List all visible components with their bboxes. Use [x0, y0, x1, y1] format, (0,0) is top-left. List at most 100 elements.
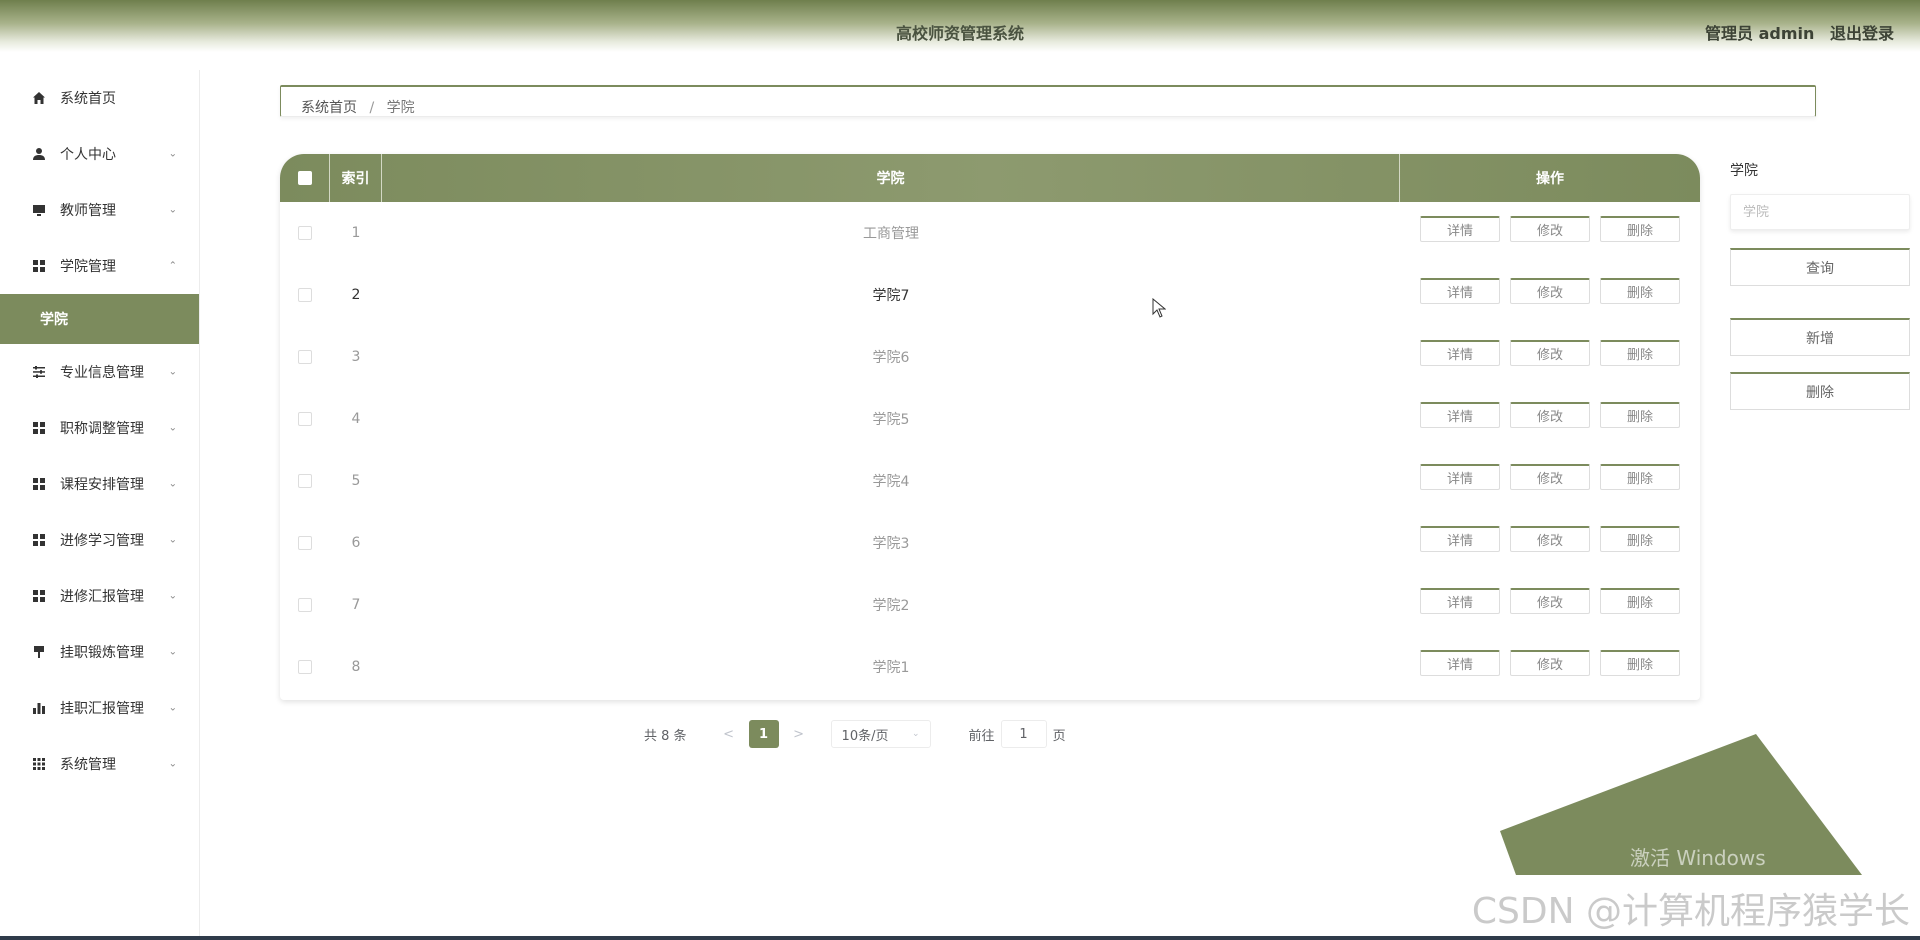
row-checkbox[interactable]	[298, 226, 312, 240]
row-checkbox[interactable]	[298, 660, 312, 674]
sidebar-item-teachers[interactable]: 教师管理 ⌄	[0, 182, 199, 238]
chevron-down-icon: ⌄	[168, 422, 177, 434]
delete-button[interactable]: 删除	[1600, 216, 1680, 242]
delete-button[interactable]: 删除	[1600, 588, 1680, 614]
row-ops: 详情 修改 删除	[1400, 570, 1700, 632]
sidebar-item-label: 学院管理	[60, 259, 116, 275]
detail-button[interactable]: 详情	[1420, 340, 1500, 366]
sidebar-item-training[interactable]: 挂职锻炼管理 ⌄	[0, 624, 199, 680]
sidebar-item-study-report[interactable]: 进修汇报管理 ⌄	[0, 568, 199, 624]
sidebar-item-courses[interactable]: 课程安排管理 ⌄	[0, 456, 199, 512]
delete-button[interactable]: 删除	[1600, 340, 1680, 366]
sidebar-item-majors[interactable]: 专业信息管理 ⌄	[0, 344, 199, 400]
select-all-checkbox[interactable]	[297, 171, 312, 185]
row-checkbox[interactable]	[298, 536, 312, 550]
sidebar-subitem-college[interactable]: 学院	[0, 294, 199, 344]
page-number-current[interactable]: 1	[748, 720, 779, 748]
chevron-down-icon: ⌄	[168, 148, 177, 160]
table-row: 5 学院4 详情 修改 删除	[280, 450, 1700, 512]
edit-button[interactable]: 修改	[1510, 650, 1590, 676]
chevron-down-icon: ⌄	[168, 204, 177, 216]
row-checkbox-cell	[280, 450, 330, 512]
total-count: 共 8 条	[644, 728, 687, 744]
chevron-down-icon: ⌄	[168, 758, 177, 770]
windows-watermark-title: 激活 Windows	[1630, 846, 1766, 870]
detail-button[interactable]: 详情	[1420, 588, 1500, 614]
row-index: 1	[351, 225, 361, 241]
sidebar-item-label: 挂职汇报管理	[60, 701, 144, 717]
edit-button[interactable]: 修改	[1510, 340, 1590, 366]
row-college-name: 学院5	[872, 412, 910, 428]
edit-button[interactable]: 修改	[1510, 464, 1590, 490]
edit-button[interactable]: 修改	[1510, 526, 1590, 552]
sidebar-item-colleges[interactable]: 学院管理 ⌃	[0, 238, 199, 294]
logout-link[interactable]: 退出登录	[1830, 24, 1894, 43]
chevron-down-icon: ⌄	[168, 702, 177, 714]
table-row: 7 学院2 详情 修改 删除	[280, 574, 1700, 636]
row-index: 3	[351, 349, 361, 365]
detail-button[interactable]: 详情	[1420, 526, 1500, 552]
sidebar-item-label: 系统首页	[60, 91, 116, 107]
delete-button[interactable]: 删除	[1600, 650, 1680, 676]
apps-icon	[28, 757, 50, 771]
sidebar-item-training-report[interactable]: 挂职汇报管理 ⌄	[0, 680, 199, 736]
detail-button[interactable]: 详情	[1420, 278, 1500, 304]
edit-button[interactable]: 修改	[1510, 402, 1590, 428]
detail-button[interactable]: 详情	[1420, 464, 1500, 490]
row-checkbox-cell	[280, 574, 330, 636]
edit-button[interactable]: 修改	[1510, 588, 1590, 614]
row-checkbox[interactable]	[298, 474, 312, 488]
edit-button[interactable]: 修改	[1510, 278, 1590, 304]
edit-button[interactable]: 修改	[1510, 216, 1590, 242]
grid-icon	[28, 477, 50, 491]
row-checkbox[interactable]	[298, 412, 312, 426]
row-college-name: 学院2	[872, 598, 910, 614]
query-button[interactable]: 查询	[1730, 248, 1910, 286]
sidebar-item-system[interactable]: 系统管理 ⌄	[0, 736, 199, 792]
grid-icon	[28, 259, 50, 273]
table-row: 6 学院3 详情 修改 删除	[280, 512, 1700, 574]
user-area: 管理员 admin 退出登录	[1695, 20, 1894, 44]
sidebar-item-titles[interactable]: 职称调整管理 ⌄	[0, 400, 199, 456]
sidebar-subitem-label: 学院	[40, 312, 68, 328]
page-size-value: 10条/页	[841, 728, 889, 744]
chevron-down-icon: ⌄	[168, 534, 177, 546]
add-button[interactable]: 新增	[1730, 318, 1910, 356]
row-ops: 详情 修改 删除	[1400, 198, 1700, 260]
detail-button[interactable]: 详情	[1420, 650, 1500, 676]
row-checkbox[interactable]	[298, 350, 312, 364]
grid-icon	[28, 421, 50, 435]
delete-button[interactable]: 删除	[1600, 402, 1680, 428]
delete-button[interactable]: 删除	[1600, 278, 1680, 304]
sidebar-item-study[interactable]: 进修学习管理 ⌄	[0, 512, 199, 568]
college-search-input[interactable]	[1730, 194, 1910, 230]
bulk-delete-button[interactable]: 删除	[1730, 372, 1910, 410]
sidebar-item-home[interactable]: 系统首页	[0, 70, 199, 126]
row-checkbox-cell	[280, 636, 330, 698]
row-checkbox[interactable]	[298, 598, 312, 612]
breadcrumb-home[interactable]: 系统首页	[301, 100, 357, 116]
person-icon	[28, 147, 50, 161]
sidebar-item-label: 个人中心	[60, 147, 116, 163]
prev-page-icon[interactable]: <	[709, 727, 749, 742]
college-table: 索引 学院 操作 1 工商管理 详情 修改 删除 2 学院7 详情 修改 删除 …	[280, 154, 1700, 700]
goto-page-input[interactable]	[1000, 720, 1047, 748]
delete-button[interactable]: 删除	[1600, 464, 1680, 490]
header-checkbox-cell	[280, 154, 330, 202]
chevron-up-icon: ⌃	[168, 260, 177, 272]
detail-button[interactable]: 详情	[1420, 402, 1500, 428]
table-row: 3 学院6 详情 修改 删除	[280, 326, 1700, 388]
grid-icon	[28, 589, 50, 603]
row-checkbox[interactable]	[298, 288, 312, 302]
search-label: 学院	[1730, 163, 1758, 179]
next-page-icon[interactable]: >	[779, 727, 819, 742]
sidebar-item-personal[interactable]: 个人中心 ⌄	[0, 126, 199, 182]
detail-button[interactable]: 详情	[1420, 216, 1500, 242]
chevron-down-icon: ⌄	[912, 729, 920, 739]
breadcrumb-current: 学院	[386, 100, 415, 116]
row-index: 5	[351, 473, 361, 489]
delete-button[interactable]: 删除	[1600, 526, 1680, 552]
row-college-name: 学院7	[872, 288, 910, 304]
taskbar-edge	[0, 936, 1920, 940]
page-size-select[interactable]: 10条/页 ⌄	[830, 720, 931, 748]
